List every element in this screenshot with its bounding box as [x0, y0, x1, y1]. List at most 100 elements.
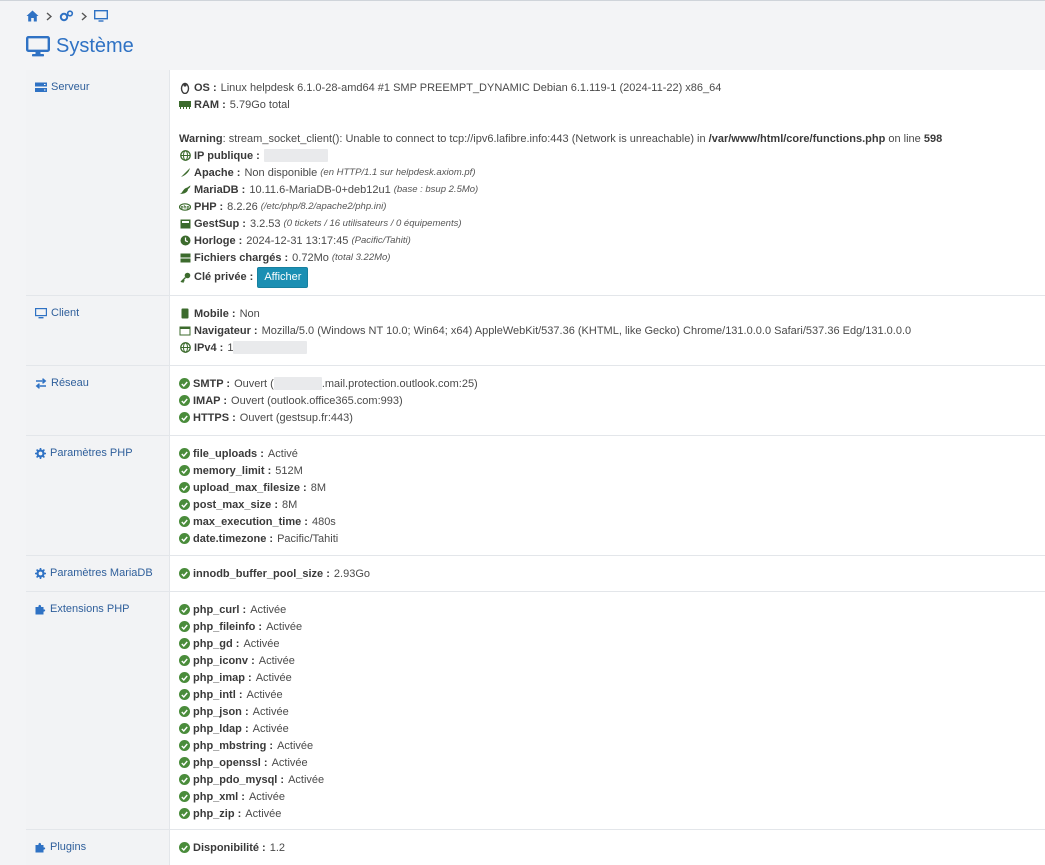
php-icon: php: [179, 201, 191, 213]
warning-text: : stream_socket_client(): Unable to conn…: [222, 132, 709, 145]
gear-icon: [35, 447, 46, 459]
item-colon: :: [301, 515, 308, 528]
item-value: Activée: [250, 603, 287, 616]
php-params-section: Paramètres PHP file_uploads : Activé memor…: [26, 436, 1045, 556]
public-ip-label: IP publique :: [194, 149, 260, 162]
files-note: (total 3.22Mo): [331, 252, 391, 263]
item-value: 8M: [282, 498, 298, 511]
item-label: php_json: [193, 705, 242, 718]
php-extension-item: php_xml : Activée: [179, 788, 285, 805]
show-private-key-button[interactable]: Afficher: [257, 266, 309, 288]
item-colon: :: [241, 722, 249, 735]
desktop-icon: [35, 307, 47, 318]
item-colon: :: [239, 603, 247, 616]
server-icon: [35, 82, 47, 92]
apache-line: Apache : Non disponible (en HTTP/1.1 sur…: [179, 164, 475, 181]
item-colon: :: [244, 671, 252, 684]
ram-label: RAM :: [194, 98, 226, 111]
check-circle-icon: [179, 499, 190, 510]
php-extension-item: php_gd : Activée: [179, 635, 280, 652]
section-label-plugins: Plugins: [50, 841, 87, 853]
mobile-label: Mobile :: [194, 307, 236, 320]
check-circle-icon: [179, 465, 190, 476]
puzzle-icon: [35, 604, 46, 614]
item-colon: :: [241, 705, 249, 718]
smtp-line: SMTP : Ouvert ( .mail.protection.outlook…: [179, 375, 478, 392]
check-circle-icon: [179, 723, 190, 734]
ram-line: RAM : 5.79Go total: [179, 96, 290, 113]
check-circle-icon: [179, 842, 190, 853]
ipv4-label: IPv4 :: [194, 341, 224, 354]
desktop-icon: [26, 35, 50, 56]
php-note: (/etc/php/8.2/apache2/php.ini): [260, 201, 387, 212]
item-colon: :: [260, 756, 268, 769]
php-extension-item: php_mbstring : Activée: [179, 737, 313, 754]
php-param-item: post_max_size :8M: [179, 496, 297, 513]
php-param-item: file_uploads : Activé: [179, 445, 298, 462]
warning-online: on line: [885, 132, 924, 145]
os-value: Linux helpdesk 6.1.0-28-amd64 #1 SMP PRE…: [220, 81, 722, 94]
gestsup-note: (0 tickets / 16 utilisateurs / 0 équipem…: [283, 218, 462, 229]
mariadb-line: MariaDB : 10.11.6-MariaDB-0+deb12u1 (bas…: [179, 181, 478, 198]
clock-label: Horloge :: [194, 234, 243, 247]
item-label: php_zip: [193, 807, 235, 820]
mariadb-label: MariaDB :: [194, 183, 246, 196]
php-extension-item: php_pdo_mysql : Activée: [179, 771, 324, 788]
section-label-network: Réseau: [51, 377, 89, 389]
warning-line-number: 598: [923, 132, 943, 145]
apache-label: Apache :: [194, 166, 241, 179]
item-colon: :: [238, 790, 245, 803]
check-circle-icon: [179, 621, 190, 632]
item-colon: :: [232, 637, 240, 650]
item-value: Activée: [245, 807, 282, 820]
check-circle-icon: [179, 448, 190, 459]
check-circle-icon: [179, 412, 190, 423]
item-label: php_mbstring: [193, 739, 267, 752]
apache-value: Non disponible: [244, 166, 318, 179]
item-colon: :: [266, 532, 274, 545]
mobile-line: Mobile : Non: [179, 305, 260, 322]
redacted-ip: [263, 149, 328, 162]
ipv4-line: IPv4 : 1: [179, 339, 308, 356]
item-label: php_intl: [193, 688, 236, 701]
chevron-right-icon: [78, 9, 90, 23]
storage-icon: [179, 252, 191, 264]
php-extension-item: php_imap : Activée: [179, 669, 292, 686]
clock-value: 2024-12-31 13:17:45: [246, 234, 349, 247]
item-value: Pacific/Tahiti: [277, 532, 339, 545]
item-label: php_iconv: [193, 654, 249, 667]
os-line: OS : Linux helpdesk 6.1.0-28-amd64 #1 SM…: [179, 79, 721, 96]
php-extension-item: php_zip : Activée: [179, 805, 281, 822]
php-param-item: max_execution_time :480s: [179, 513, 336, 530]
item-colon: :: [271, 498, 278, 511]
item-value: Activée: [266, 620, 303, 633]
browser-value: Mozilla/5.0 (Windows NT 10.0; Win64; x64…: [261, 324, 912, 337]
https-label: HTTPS :: [193, 411, 236, 424]
gear-icon: [35, 567, 46, 579]
linux-icon: [179, 82, 191, 94]
php-extension-item: php_iconv : Activée: [179, 652, 295, 669]
check-circle-icon: [179, 808, 190, 819]
check-circle-icon: [179, 638, 190, 649]
home-icon[interactable]: [26, 10, 39, 22]
https-line: HTTPS : Ouvert (gestsup.fr:443): [179, 409, 353, 426]
item-value: Activée: [246, 688, 283, 701]
mariadb-params-section: Paramètres MariaDB innodb_buffer_pool_si…: [26, 556, 1045, 592]
desktop-icon[interactable]: [94, 10, 108, 22]
check-circle-icon: [179, 706, 190, 717]
item-value: Activé: [267, 447, 298, 460]
smtp-prefix: Ouvert (: [234, 377, 274, 390]
network-section: Réseau SMTP : Ouvert ( .mail.protection.…: [26, 366, 1045, 436]
section-label-mariadb-params: Paramètres MariaDB: [50, 567, 153, 579]
gears-icon[interactable]: [59, 10, 74, 22]
globe-icon: [179, 342, 191, 354]
warning-file: /var/www/html/core/functions.php: [708, 132, 886, 145]
item-colon: :: [235, 688, 243, 701]
files-line: Fichiers chargés : 0.72Mo (total 3.22Mo): [179, 249, 390, 266]
mariadb-param-item: innodb_buffer_pool_size :2.93Go: [179, 565, 370, 582]
smtp-label: SMTP :: [193, 377, 231, 390]
section-label-server: Serveur: [51, 81, 90, 93]
item-label: Disponibilité: [193, 841, 259, 854]
item-label: upload_max_filesize: [193, 481, 300, 494]
check-circle-icon: [179, 740, 190, 751]
